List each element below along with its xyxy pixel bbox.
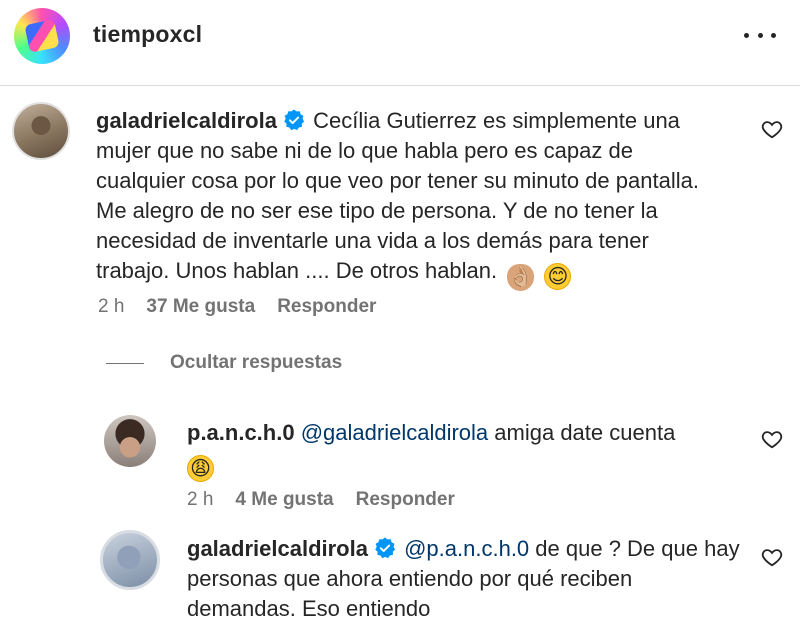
weary-face-emoji-icon: 😩 xyxy=(187,455,214,482)
hide-replies-line xyxy=(106,362,144,364)
reply-button[interactable]: Responder xyxy=(277,296,376,318)
comment-body: galadrielcaldirola Cecília Gutierrez es … xyxy=(96,106,726,291)
like-heart-icon[interactable] xyxy=(761,118,783,140)
reply-text: amiga date cuenta xyxy=(494,420,676,445)
comment-meta: 2 h 37 Me gusta Responder xyxy=(98,296,376,318)
like-heart-icon[interactable] xyxy=(761,546,783,568)
reply-username[interactable]: p.a.n.c.h.0 xyxy=(187,420,295,445)
comment-username[interactable]: galadrielcaldirola xyxy=(96,108,277,133)
smiling-face-emoji-icon: 😊 xyxy=(544,263,572,290)
reply-body: galadrielcaldirola @p.a.n.c.h.0 de que ?… xyxy=(187,534,747,624)
more-options-icon[interactable] xyxy=(744,23,776,47)
reply-meta: 2 h 4 Me gusta Responder xyxy=(187,489,455,511)
comment-time: 2 h xyxy=(98,296,125,317)
commenter-avatar[interactable] xyxy=(12,102,70,160)
reply-likes[interactable]: 4 Me gusta xyxy=(235,489,333,511)
verified-badge-icon xyxy=(284,109,305,131)
account-username[interactable]: tiempoxcl xyxy=(93,21,202,48)
reply-button[interactable]: Responder xyxy=(356,489,455,511)
ok-hand-emoji-icon: 👌🏼 xyxy=(507,264,535,291)
hide-replies-label[interactable]: Ocultar respuestas xyxy=(170,352,342,374)
reply-mention[interactable]: @galadrielcaldirola xyxy=(301,420,488,445)
reply-body: p.a.n.c.h.0 @galadrielcaldirola amiga da… xyxy=(187,418,747,482)
reply-mention[interactable]: @p.a.n.c.h.0 xyxy=(404,536,529,561)
reply-time: 2 h xyxy=(187,489,214,510)
reply-avatar[interactable] xyxy=(104,415,156,467)
verified-badge-icon xyxy=(375,537,396,559)
reply-username[interactable]: galadrielcaldirola xyxy=(187,536,368,561)
like-heart-icon[interactable] xyxy=(761,428,783,450)
account-avatar[interactable] xyxy=(14,8,70,64)
hide-replies-toggle[interactable]: Ocultar respuestas xyxy=(106,352,342,374)
comment-text: Cecília Gutierrez es simplemente una muj… xyxy=(96,108,699,283)
comment-likes[interactable]: 37 Me gusta xyxy=(146,296,255,318)
reply-avatar[interactable] xyxy=(100,530,160,590)
post-header: tiempoxcl xyxy=(0,0,800,86)
